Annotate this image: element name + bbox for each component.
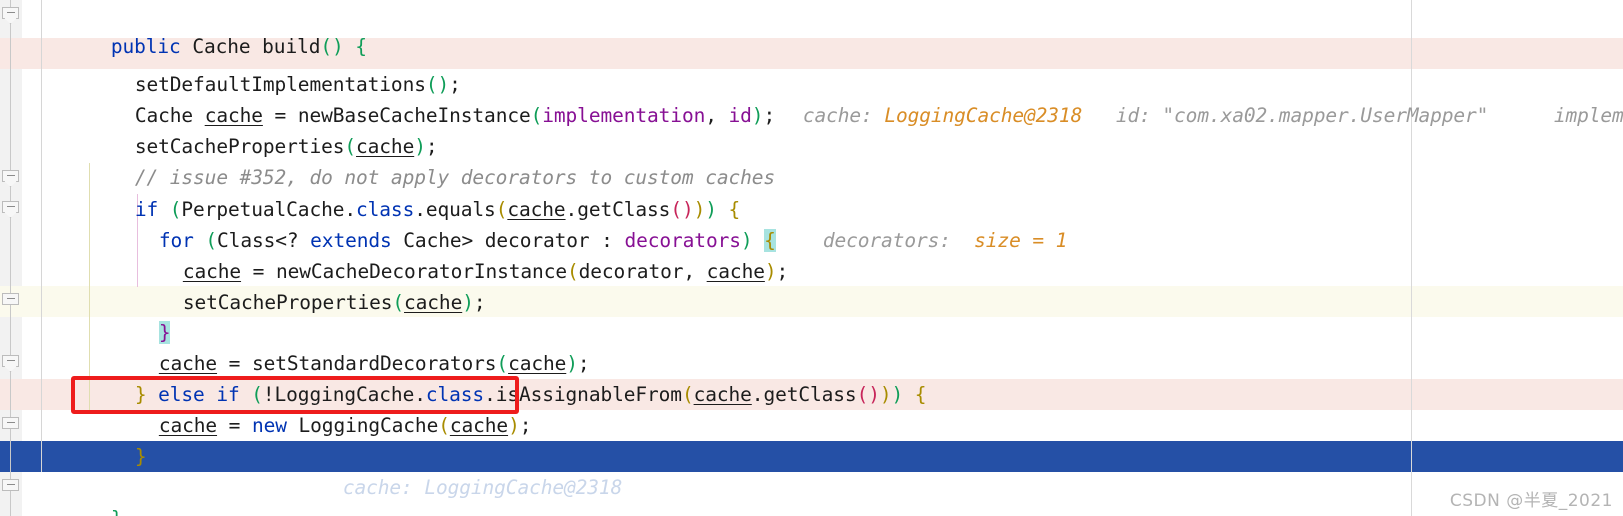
gutter-row-highlight-pink-1 [0,38,23,69]
line8-lparen: ( [566,260,579,283]
line9-semicolon: ; [473,291,486,314]
arg-decorator: decorator [578,260,684,283]
inlay-hint-line7-decorators: decorators: size = 1 [753,194,1068,252]
inlay-label-cache: cache: [802,104,873,127]
code-line-3[interactable]: Cache cache = newBaseCacheInstance(imple… [65,69,775,127]
csdn-watermark: CSDN @半夏_2021 [1449,491,1613,511]
line12-sp4 [903,383,915,406]
fold-marker-method[interactable] [2,7,19,24]
code-editor: public Cache build() { setDefaultImpleme… [0,0,1623,516]
arg-cache-7: cache [449,414,509,437]
line12-rparen: ) [891,383,904,406]
code-line-1[interactable]: public Cache build() { [41,0,367,58]
class-LoggingCache-2: LoggingCache [286,414,439,437]
inlay-label-decorators: decorators: [822,229,951,252]
keyword-new: new [251,414,287,437]
code-line-5[interactable]: // issue #352, do not apply decorators t… [65,131,775,189]
inlay-label-implementation: implementation [1553,104,1623,127]
var-cache-assign-3: cache [158,414,218,437]
line13-rparen: ) [508,414,520,437]
line3-comma: , [705,104,729,127]
fold-marker-for-block[interactable] [2,201,19,218]
line9-rparen: ) [462,291,474,314]
inlay-value-id: "com.xa02.mapper.UserMapper" [1162,104,1489,127]
line3-lparen: ( [530,104,543,127]
call-setCacheProperties-2: setCacheProperties [182,291,393,314]
line13-lparen: ( [438,414,450,437]
line12-lparen2: ( [681,383,694,406]
fold-marker-if-block[interactable] [2,170,19,187]
code-line-11[interactable]: cache = setStandardDecorators(cache); [89,317,590,375]
code-line-15[interactable]: return cache; [65,441,286,499]
line12-rparen2: ) [879,383,892,406]
code-line-14[interactable]: } [65,410,147,468]
code-line-6[interactable]: if (PerpetualCache.class.equals(cache.ge… [65,163,740,221]
arg-cache-3: cache [706,260,765,283]
code-line-16[interactable]: } [41,472,123,516]
fold-marker-else-end[interactable] [2,417,19,434]
fold-marker-method-end[interactable] [2,479,19,496]
line9-lparen: ( [392,291,405,314]
method-getClass-2: getClass [763,383,857,406]
fold-marker-else-block[interactable] [2,355,19,372]
code-line-2[interactable]: setDefaultImplementations(); [65,38,461,96]
fold-marker-for-end[interactable] [2,293,19,310]
code-surface[interactable]: public Cache build() { setDefaultImpleme… [23,0,1623,516]
inlay-hint-line3-implementation: implementation [1484,69,1623,127]
inlay-value-cache-return: LoggingCache@2318 [424,476,623,499]
inlay-label-cache-return: cache: [342,476,413,499]
inlay-hint-line3-id: id: "com.xa02.mapper.UserMapper" [1046,69,1489,127]
editor-gutter[interactable] [0,0,22,516]
inlay-value-decorators: size = 1 [974,229,1068,252]
line8-semicolon: ; [776,260,789,283]
code-line-9[interactable]: setCacheProperties(cache); [113,256,486,314]
line12-rparen3: ) [868,383,880,406]
fold-spine [10,0,11,516]
inlay-label-id: id: [1115,104,1151,127]
line15-sp [205,476,217,499]
code-line-12[interactable]: } else if (!LoggingCache.class.isAssigna… [65,348,927,406]
code-line-10[interactable]: } [89,286,171,344]
arg-implementation: implementation [542,104,706,127]
arg-cache-6: cache [693,383,752,406]
code-line-8[interactable]: cache = newCacheDecoratorInstance(decora… [113,225,788,283]
line13-assign: = [217,414,252,437]
line12-lparen3: ( [856,383,869,406]
line16-close-brace: } [111,507,123,516]
code-line-4[interactable]: setCacheProperties(cache); [65,100,438,158]
line13-semicolon: ; [519,414,532,437]
arg-cache-4: cache [404,291,463,314]
line12-open-brace: { [914,383,927,406]
line12-dot3: . [751,383,764,406]
gutter-row-highlight-pink-2 [0,379,23,410]
gutter-row-highlight-selected [0,441,23,472]
var-cache-return: cache [216,476,275,499]
inlay-hint-line15-cache: cache: LoggingCache@2318 [273,441,622,499]
code-line-13[interactable]: cache = new LoggingCache(cache); [89,379,532,437]
line8-rparen: ) [764,260,777,283]
code-line-7[interactable]: for (Class<? extends Cache> decorator : … [89,194,776,252]
inlay-hint-line3-cache: cache: LoggingCache@2318 [733,69,1082,127]
line8-comma: , [683,260,707,283]
keyword-return: return [134,476,205,499]
